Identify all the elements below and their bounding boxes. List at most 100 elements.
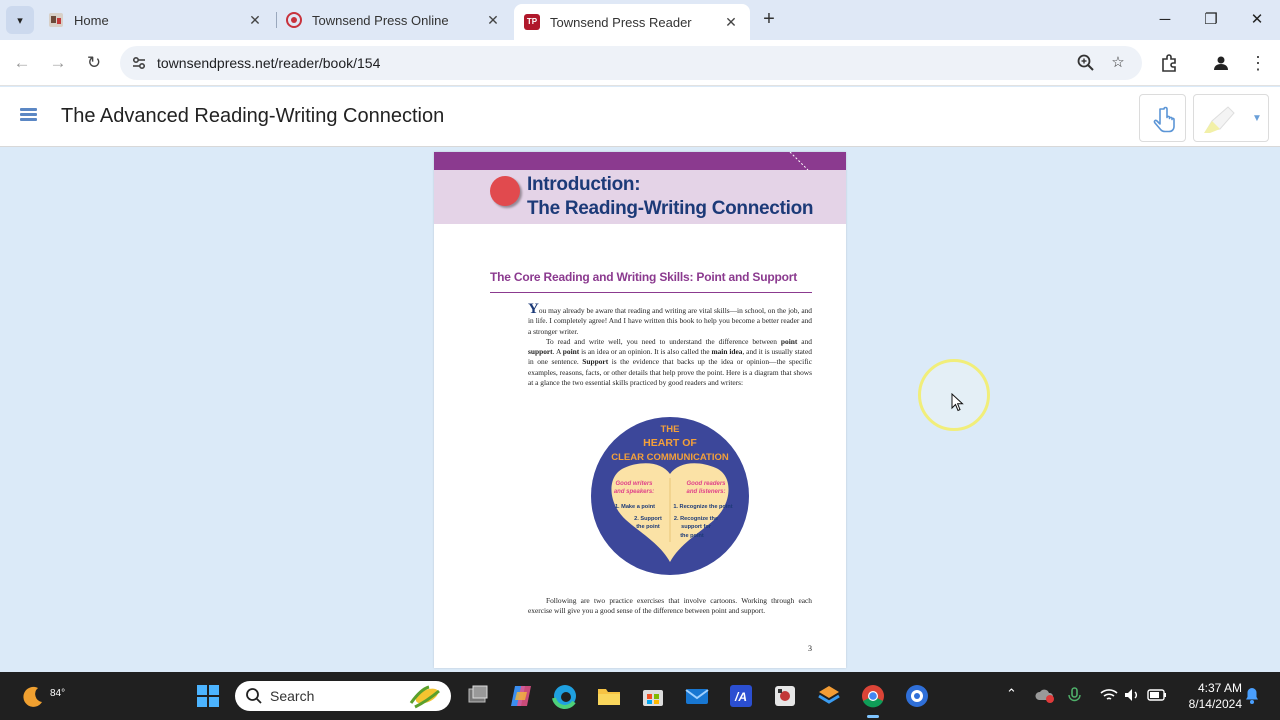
task-view-icon[interactable] — [464, 682, 492, 710]
highlighter-icon — [1204, 106, 1235, 133]
chevron-down-icon: ▾ — [17, 14, 23, 27]
address-bar[interactable]: townsendpress.net/reader/book/154 ☆ — [120, 46, 1142, 80]
body-text-intro: You may already be aware that reading an… — [528, 301, 812, 388]
townsend-online-favicon — [286, 12, 302, 28]
search-icon — [246, 688, 262, 704]
section-divider — [490, 292, 812, 293]
tab-title: Home — [74, 12, 109, 28]
mouse-pointer-icon — [951, 393, 964, 412]
diagram-heading-line3: CLEAR COMMUNICATION — [611, 452, 729, 463]
chapter-title-line1: Introduction: — [527, 174, 641, 195]
highlighter-tool-button[interactable]: ▼ — [1193, 94, 1269, 142]
copilot-icon[interactable] — [507, 682, 535, 710]
reload-icon: ↻ — [86, 53, 102, 72]
taskbar-search-box[interactable]: Search — [235, 681, 451, 711]
close-tab-icon[interactable]: ✕ — [722, 14, 740, 31]
tab-title: Townsend Press Online — [312, 12, 449, 28]
browser-toolbar: ← → ↻ townsendpress.net/reader/book/154 … — [0, 40, 1280, 86]
clock-date: 8/14/2024 — [1188, 697, 1242, 711]
close-tab-icon[interactable]: ✕ — [246, 12, 264, 29]
book-title: The Advanced Reading-Writing Connection — [61, 105, 445, 127]
diagram-right-item-2c: the point — [680, 533, 704, 539]
app-icon[interactable]: /A — [727, 682, 755, 710]
tab-home[interactable]: Home ✕ — [38, 4, 274, 36]
diagram-heading-line2: HEART OF — [643, 437, 697, 449]
browser-tab-strip: ▾ Home ✕ Townsend Press Online ✕ TP Town… — [0, 0, 1280, 40]
new-tab-button[interactable]: + — [757, 8, 781, 32]
tp-favicon: TP — [524, 14, 540, 30]
diagram-right-heading-1: Good readers — [686, 481, 726, 487]
site-settings-icon[interactable] — [128, 52, 150, 74]
battery-icon[interactable] — [1147, 687, 1167, 703]
home-favicon — [49, 13, 63, 27]
tab-townsend-online[interactable]: Townsend Press Online ✕ — [276, 4, 512, 36]
url-text: townsendpress.net/reader/book/154 — [157, 55, 381, 71]
profile-avatar-icon[interactable] — [1209, 51, 1233, 75]
drop-cap: Y — [528, 301, 539, 317]
store-icon[interactable] — [639, 682, 667, 710]
bookmark-star-icon[interactable]: ☆ — [1106, 51, 1130, 75]
diagram-heading-line1: THE — [661, 424, 680, 435]
reader-header: The Advanced Reading-Writing Connection … — [0, 87, 1280, 147]
close-tab-icon[interactable]: ✕ — [484, 12, 502, 29]
notification-bell-icon[interactable] — [1244, 686, 1260, 706]
paragraph-2: To read and write well, you need to unde… — [528, 336, 812, 388]
pointer-hand-icon — [1153, 106, 1175, 133]
layers-app-icon[interactable] — [815, 682, 843, 710]
media-app-icon[interactable] — [771, 682, 799, 710]
chapter-title-line2: The Reading-Writing Connection — [527, 198, 814, 219]
pointer-tool-button[interactable] — [1139, 94, 1186, 142]
diagram-left-item-1: 1. Make a point — [615, 504, 655, 510]
close-window-button[interactable]: ✕ — [1245, 8, 1269, 32]
onedrive-icon[interactable] — [1035, 688, 1055, 704]
system-clock[interactable]: 4:37 AM 8/14/2024 — [1176, 680, 1242, 712]
volume-icon[interactable] — [1123, 686, 1141, 704]
reload-button[interactable]: ↻ — [82, 51, 106, 75]
start-button[interactable] — [194, 682, 222, 710]
active-app-indicator — [867, 715, 879, 718]
paragraph-1: You may already be aware that reading an… — [528, 301, 812, 337]
paragraph-3: Following are two practice exercises tha… — [528, 596, 812, 616]
section-heading: The Core Reading and Writing Skills: Poi… — [490, 270, 797, 284]
chrome-icon[interactable] — [859, 682, 887, 710]
weather-widget[interactable]: 84° — [18, 680, 68, 714]
decorative-dotted-line — [789, 152, 809, 170]
page-top-bar — [434, 152, 846, 170]
page-number: 3 — [808, 644, 812, 653]
chevron-down-icon[interactable]: ▼ — [1252, 113, 1262, 124]
minimize-button[interactable]: ─ — [1153, 8, 1177, 32]
extensions-icon[interactable] — [1157, 51, 1181, 75]
weather-moon-icon — [23, 686, 42, 707]
heart-of-communication-diagram: THE HEART OF CLEAR COMMUNICATION Good wr… — [591, 417, 749, 575]
diagram-left-heading-1: Good writers — [615, 481, 653, 487]
forward-button[interactable]: → — [46, 51, 70, 75]
search-placeholder: Search — [270, 688, 315, 704]
hamburger-menu-icon[interactable] — [20, 108, 37, 122]
corn-search-highlight-icon — [409, 685, 440, 709]
paragraph-1-text: ou may already be aware that reading and… — [528, 306, 812, 336]
restore-button[interactable]: ❐ — [1199, 8, 1223, 32]
file-explorer-icon[interactable] — [595, 682, 623, 710]
edge-icon[interactable] — [551, 682, 579, 710]
camera-app-icon[interactable] — [903, 682, 931, 710]
chapter-bullet — [490, 176, 520, 206]
zoom-icon[interactable] — [1074, 51, 1098, 75]
mail-icon[interactable] — [683, 682, 711, 710]
chevron-up-icon[interactable]: ⌃ — [1006, 686, 1017, 702]
diagram-right-heading-2: and listeners: — [686, 489, 725, 495]
diagram-left-item-2b: the point — [636, 524, 660, 530]
mic-icon[interactable] — [1066, 686, 1086, 704]
tab-townsend-reader[interactable]: TP Townsend Press Reader ✕ — [514, 4, 750, 40]
tab-title: Townsend Press Reader — [550, 14, 692, 30]
diagram-right-item-1: 1. Recognize the point — [673, 504, 732, 510]
tab-search-button[interactable]: ▾ — [6, 6, 34, 34]
diagram-right-item-2a: 2. Recognize the — [674, 516, 718, 522]
wifi-icon[interactable] — [1099, 686, 1119, 704]
book-page: Introduction: The Reading-Writing Connec… — [434, 152, 846, 668]
diagram-left-item-2a: 2. Support — [634, 516, 662, 522]
weather-temperature: 84° — [50, 688, 66, 699]
browser-menu-button[interactable]: ⋮ — [1246, 51, 1270, 75]
arrow-left-icon: ← — [13, 53, 31, 72]
back-button[interactable]: ← — [10, 51, 34, 75]
more-vertical-icon: ⋮ — [1249, 53, 1267, 73]
